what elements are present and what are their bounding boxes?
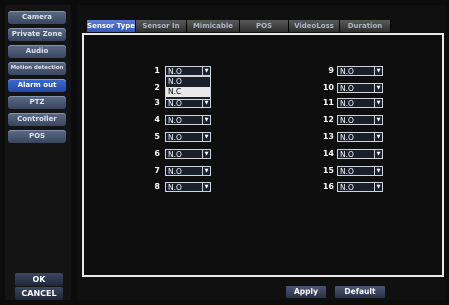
sensor-select-10[interactable]: N.O ▼: [337, 83, 383, 93]
tab-duration[interactable]: Duration: [340, 20, 391, 32]
dropdown-option-nc[interactable]: N.C: [166, 87, 210, 97]
sensor-value-5: N.O: [168, 133, 182, 142]
sensor-value-7: N.O: [168, 167, 182, 176]
menu-camera[interactable]: Camera: [8, 11, 66, 24]
ok-button[interactable]: OK: [15, 273, 63, 286]
sensor-value-4: N.O: [168, 116, 182, 125]
sensor-label-6: 6: [154, 149, 160, 158]
sensor-value-16: N.O: [340, 183, 354, 192]
sensor-label-5: 5: [154, 132, 160, 141]
sensor-select-4[interactable]: N.O ▼: [165, 115, 211, 125]
chevron-down-icon: ▼: [202, 116, 210, 124]
sensor-select-5[interactable]: N.O ▼: [165, 132, 211, 142]
sensor-select-6[interactable]: N.O ▼: [165, 149, 211, 159]
chevron-down-icon: ▼: [202, 99, 210, 107]
sensor-select-16[interactable]: N.O ▼: [337, 182, 383, 192]
sensor-value-1: N.O: [168, 67, 182, 76]
chevron-down-icon: ▼: [374, 183, 382, 191]
tab-videoloss[interactable]: VideoLoss: [289, 20, 340, 32]
sensor-label-14: 14: [322, 149, 334, 158]
tab-sensor-type[interactable]: Sensor Type: [87, 20, 136, 32]
default-button[interactable]: Default: [335, 286, 385, 298]
sensor-label-15: 15: [322, 166, 334, 175]
chevron-down-icon: ▼: [374, 133, 382, 141]
sensor-label-9: 9: [328, 66, 334, 75]
sensor-label-2: 2: [154, 83, 160, 92]
sensor-label-7: 7: [154, 166, 160, 175]
chevron-down-icon: ▼: [374, 167, 382, 175]
menu-alarm-out[interactable]: Alarm out: [8, 79, 66, 92]
sensor-value-10: N.O: [340, 84, 354, 93]
chevron-down-icon: ▼: [202, 150, 210, 158]
chevron-down-icon: ▼: [374, 67, 382, 75]
sensor-select-8[interactable]: N.O ▼: [165, 182, 211, 192]
sensor-value-12: N.O: [340, 116, 354, 125]
sensor-value-3: N.O: [168, 99, 182, 108]
sensor-value-8: N.O: [168, 183, 182, 192]
main-panel: Sensor Type Sensor In Mimicable POS Vide…: [77, 5, 445, 300]
sensor-label-8: 8: [154, 182, 160, 191]
sensor-label-10: 10: [322, 83, 334, 92]
sensor-select-9[interactable]: N.O ▼: [337, 66, 383, 76]
sensor-select-14[interactable]: N.O ▼: [337, 149, 383, 159]
sensor-value-15: N.O: [340, 167, 354, 176]
tab-mimicable[interactable]: Mimicable: [187, 20, 240, 32]
sensor-label-12: 12: [322, 115, 334, 124]
sensor-label-1: 1: [154, 66, 160, 75]
menu-pos[interactable]: POS: [8, 130, 66, 143]
sensor-select-15[interactable]: N.O ▼: [337, 166, 383, 176]
sensor-value-13: N.O: [340, 133, 354, 142]
sensor-value-6: N.O: [168, 150, 182, 159]
chevron-down-icon: ▼: [374, 116, 382, 124]
sensor-type-panel: [82, 33, 444, 277]
sensor-select-12[interactable]: N.O ▼: [337, 115, 383, 125]
tab-sensor-in[interactable]: Sensor In: [136, 20, 187, 32]
cancel-button[interactable]: CANCEL: [15, 287, 63, 300]
side-menu: Camera Private Zone Audio Motion detecti…: [5, 5, 71, 300]
sensor-label-3: 3: [154, 98, 160, 107]
sensor-label-13: 13: [322, 132, 334, 141]
menu-controller[interactable]: Controller: [8, 113, 66, 126]
sensor-select-11[interactable]: N.O ▼: [337, 98, 383, 108]
sensor-select-1[interactable]: N.O ▼: [165, 66, 211, 76]
chevron-down-icon: ▼: [374, 84, 382, 92]
sensor-label-11: 11: [322, 98, 334, 107]
dvr-window: Camera Private Zone Audio Motion detecti…: [0, 0, 449, 305]
chevron-down-icon: ▼: [202, 183, 210, 191]
menu-private-zone[interactable]: Private Zone: [8, 28, 66, 41]
chevron-down-icon: ▼: [202, 133, 210, 141]
sensor-label-4: 4: [154, 115, 160, 124]
tab-pos[interactable]: POS: [240, 20, 289, 32]
sensor-select-13[interactable]: N.O ▼: [337, 132, 383, 142]
sensor-value-9: N.O: [340, 67, 354, 76]
apply-button[interactable]: Apply: [286, 286, 326, 298]
menu-audio[interactable]: Audio: [8, 45, 66, 58]
chevron-down-icon: ▼: [374, 99, 382, 107]
menu-motion-detection[interactable]: Motion detection: [8, 62, 66, 75]
sensor-label-16: 16: [322, 182, 334, 191]
chevron-down-icon: ▼: [202, 167, 210, 175]
chevron-down-icon: ▼: [374, 150, 382, 158]
sensor-type-dropdown: N.O N.C: [165, 76, 211, 100]
sensor-value-11: N.O: [340, 99, 354, 108]
menu-ptz[interactable]: PTZ: [8, 96, 66, 109]
sensor-value-14: N.O: [340, 150, 354, 159]
dropdown-option-no[interactable]: N.O: [166, 77, 210, 87]
chevron-down-icon: ▼: [202, 67, 210, 75]
sensor-select-7[interactable]: N.O ▼: [165, 166, 211, 176]
